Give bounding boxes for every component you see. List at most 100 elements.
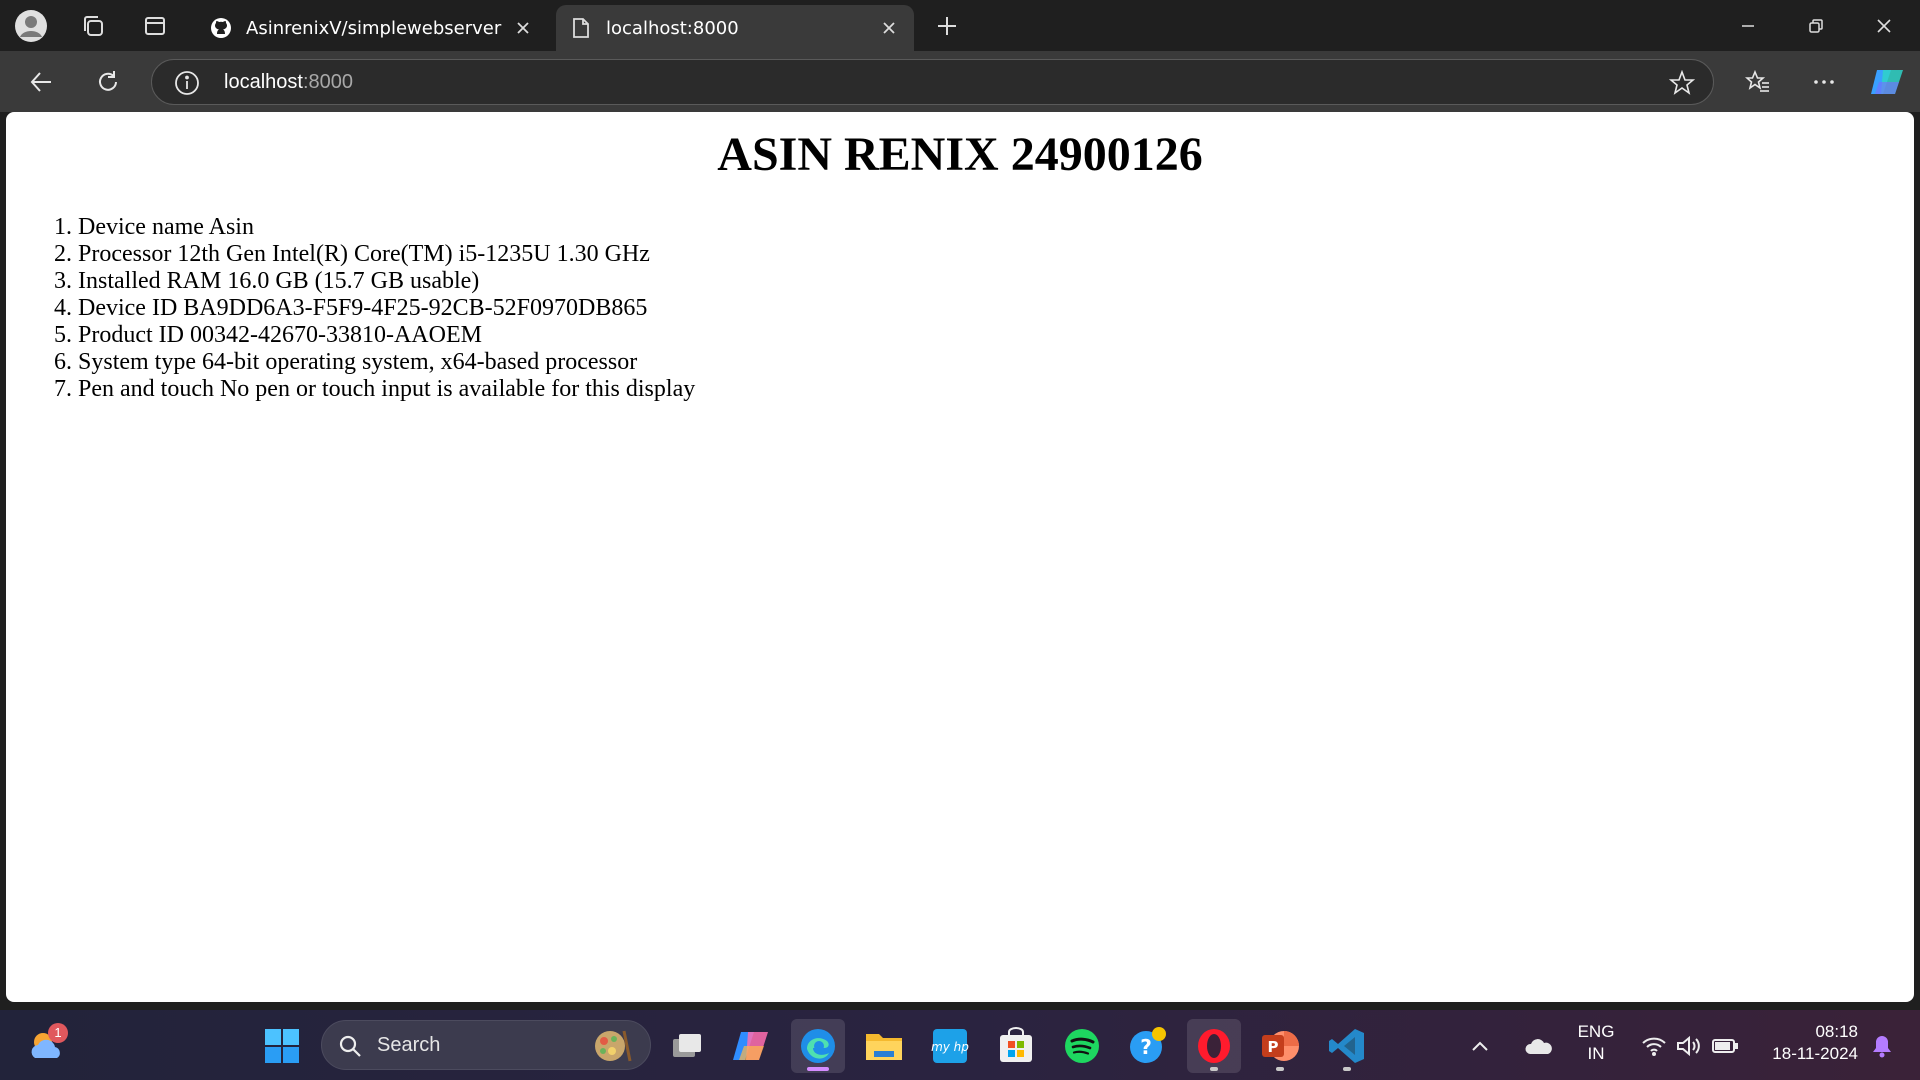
running-indicator bbox=[807, 1067, 829, 1071]
list-item: 2. Processor 12th Gen Intel(R) Core(TM) … bbox=[54, 241, 1914, 268]
task-view-icon bbox=[673, 1034, 701, 1057]
list-item: 4. Device ID BA9DD6A3-F5F9-4F25-92CB-52F… bbox=[54, 295, 1914, 322]
store-icon bbox=[1000, 1027, 1032, 1062]
browser-toolbar: localhost:8000 bbox=[0, 51, 1920, 112]
minimize-icon[interactable] bbox=[1714, 0, 1782, 51]
running-indicator bbox=[1210, 1067, 1218, 1071]
restore-icon[interactable] bbox=[1782, 0, 1850, 51]
myhp-app[interactable]: my hp bbox=[923, 1019, 977, 1073]
list-item: 6. System type 64-bit operating system, … bbox=[54, 349, 1914, 376]
clock[interactable]: 08:18 18-11-2024 bbox=[1752, 1022, 1858, 1064]
copilot-app-icon bbox=[733, 1032, 768, 1060]
site-info-icon[interactable] bbox=[174, 70, 200, 96]
list-item: 7. Pen and touch No pen or touch input i… bbox=[54, 376, 1914, 403]
chevron-up-icon bbox=[1472, 1041, 1488, 1051]
language-indicator[interactable]: ENG IN bbox=[1566, 1022, 1626, 1064]
favorites-icon[interactable] bbox=[1737, 61, 1779, 103]
list-number: 1. bbox=[54, 213, 72, 240]
notification-bell-icon[interactable] bbox=[1864, 1019, 1900, 1073]
tab-actions-icon[interactable] bbox=[138, 9, 172, 43]
notification-badge: 1 bbox=[48, 1023, 68, 1043]
copilot-icon[interactable] bbox=[1866, 61, 1908, 103]
opera-icon bbox=[1198, 1029, 1230, 1063]
folder-icon bbox=[866, 1034, 902, 1060]
search-icon bbox=[338, 1034, 362, 1058]
spotify-icon bbox=[1065, 1029, 1099, 1063]
running-indicator bbox=[1343, 1067, 1351, 1071]
list-number: 3. bbox=[54, 267, 72, 294]
show-hidden-icons[interactable] bbox=[1464, 1019, 1496, 1073]
taskbar: 1 Search my hp ? P ENG IN 08:18 18-11-20… bbox=[0, 1010, 1920, 1080]
url-host: localhost bbox=[224, 71, 303, 93]
list-item: 5. Product ID 00342-42670-33810-AAOEM bbox=[54, 322, 1914, 349]
list-number: 7. bbox=[54, 375, 72, 402]
search-label: Search bbox=[377, 1034, 441, 1056]
clock-date: 18-11-2024 bbox=[1772, 1044, 1858, 1063]
tab-title: AsinrenixV/simplewebserver bbox=[246, 17, 502, 39]
vscode-icon bbox=[1329, 1029, 1364, 1063]
task-view-button[interactable] bbox=[660, 1019, 714, 1073]
list-number: 5. bbox=[54, 321, 72, 348]
tab-title: localhost:8000 bbox=[606, 17, 739, 39]
page-title: ASIN RENIX 24900126 bbox=[717, 128, 1203, 181]
list-item: 3. Installed RAM 16.0 GB (15.7 GB usable… bbox=[54, 268, 1914, 295]
edge-app[interactable] bbox=[791, 1019, 845, 1073]
weather-widget[interactable]: 1 bbox=[20, 1019, 74, 1073]
vscode-app[interactable] bbox=[1320, 1019, 1374, 1073]
tab-github[interactable]: AsinrenixV/simplewebserver bbox=[196, 5, 548, 51]
list-text: Device name Asin bbox=[78, 213, 254, 240]
search-highlight-icon bbox=[592, 1027, 634, 1065]
close-window-icon[interactable] bbox=[1850, 0, 1918, 51]
file-explorer-app[interactable] bbox=[857, 1019, 911, 1073]
close-tab-icon[interactable] bbox=[878, 17, 900, 39]
list-text: Product ID 00342-42670-33810-AAOEM bbox=[78, 321, 482, 348]
svg-text:my hp: my hp bbox=[931, 1040, 969, 1054]
windows-logo-icon bbox=[265, 1029, 299, 1063]
powerpoint-app[interactable]: P bbox=[1253, 1019, 1307, 1073]
list-text: System type 64-bit operating system, x64… bbox=[78, 348, 638, 375]
url-port: :8000 bbox=[302, 71, 353, 93]
tab-strip: AsinrenixV/simplewebserver localhost:800… bbox=[0, 0, 1920, 51]
list-number: 6. bbox=[54, 348, 72, 375]
clock-time: 08:18 bbox=[1815, 1022, 1858, 1041]
volume-icon[interactable] bbox=[1672, 1019, 1704, 1073]
list-number: 4. bbox=[54, 294, 72, 321]
back-icon[interactable] bbox=[20, 61, 62, 103]
microsoft-store-app[interactable] bbox=[989, 1019, 1043, 1073]
favorite-star-icon[interactable] bbox=[1668, 69, 1696, 96]
workspaces-icon[interactable] bbox=[76, 9, 110, 43]
list-item: 1. Device name Asin bbox=[54, 214, 1914, 241]
list-number: 2. bbox=[54, 240, 72, 267]
battery-icon[interactable] bbox=[1708, 1019, 1742, 1073]
svg-text:?: ? bbox=[1140, 1035, 1152, 1059]
start-button[interactable] bbox=[255, 1019, 309, 1073]
get-help-app[interactable]: ? bbox=[1121, 1019, 1175, 1073]
page-icon bbox=[570, 17, 592, 39]
refresh-icon[interactable] bbox=[87, 61, 129, 103]
copilot-app[interactable] bbox=[724, 1019, 778, 1073]
spotify-app[interactable] bbox=[1055, 1019, 1109, 1073]
page-viewport: ASIN RENIX 24900126 1. Device name Asin … bbox=[6, 112, 1914, 1002]
onedrive-icon[interactable] bbox=[1518, 1019, 1560, 1073]
address-url[interactable]: localhost:8000 bbox=[224, 71, 353, 94]
close-tab-icon[interactable] bbox=[512, 17, 534, 39]
list-text: Processor 12th Gen Intel(R) Core(TM) i5-… bbox=[78, 240, 650, 267]
myhp-icon: my hp bbox=[931, 1029, 969, 1063]
spec-list: 1. Device name Asin 2. Processor 12th Ge… bbox=[54, 214, 1914, 403]
running-indicator bbox=[1276, 1067, 1284, 1071]
wifi-icon[interactable] bbox=[1638, 1019, 1670, 1073]
taskbar-search[interactable]: Search bbox=[321, 1020, 651, 1070]
svg-text:P: P bbox=[1268, 1038, 1279, 1056]
new-tab-icon[interactable] bbox=[930, 9, 964, 43]
more-options-icon[interactable] bbox=[1803, 61, 1845, 103]
list-text: Installed RAM 16.0 GB (15.7 GB usable) bbox=[78, 267, 480, 294]
profile-icon[interactable] bbox=[14, 9, 48, 43]
tab-localhost[interactable]: localhost:8000 bbox=[556, 5, 914, 51]
help-icon: ? bbox=[1130, 1027, 1166, 1063]
opera-app[interactable] bbox=[1187, 1019, 1241, 1073]
list-text: Pen and touch No pen or touch input is a… bbox=[78, 375, 696, 402]
github-icon bbox=[210, 17, 232, 39]
address-bar[interactable]: localhost:8000 bbox=[151, 59, 1714, 105]
list-text: Device ID BA9DD6A3-F5F9-4F25-92CB-52F097… bbox=[78, 294, 648, 321]
powerpoint-icon: P bbox=[1262, 1031, 1299, 1061]
